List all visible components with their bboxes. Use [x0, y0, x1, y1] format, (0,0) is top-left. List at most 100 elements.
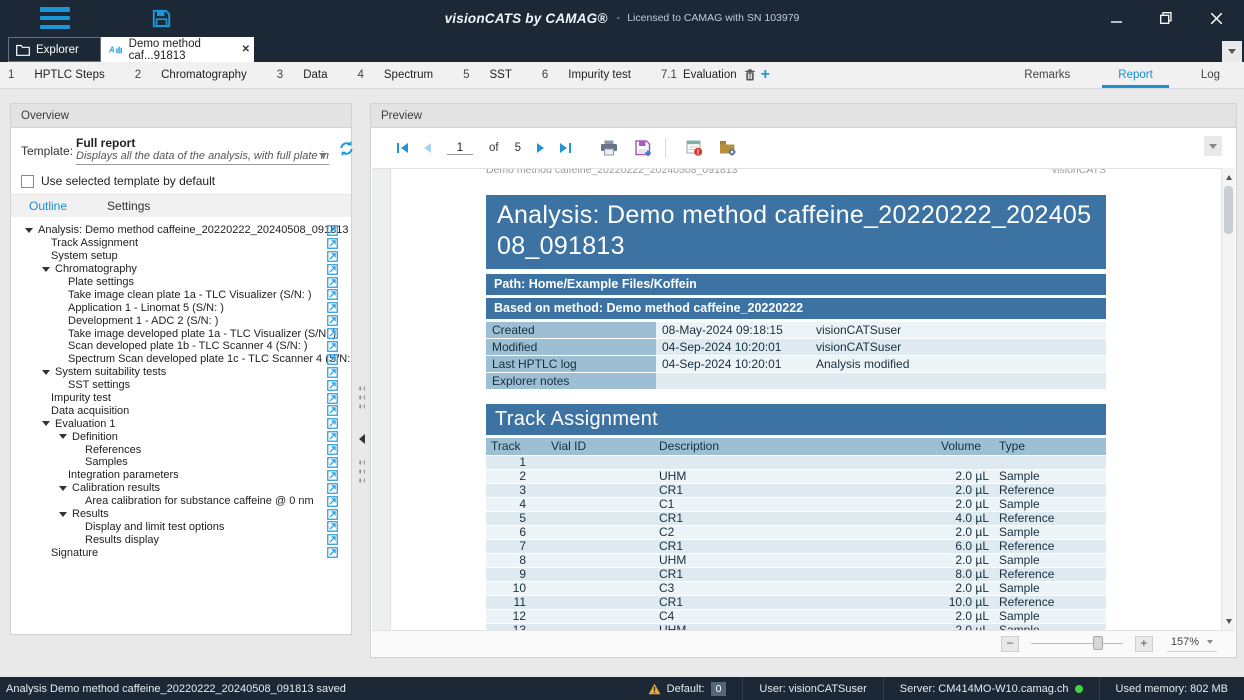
- goto-report-section-icon[interactable]: [327, 496, 338, 507]
- toolbar-overflow-button[interactable]: [1204, 136, 1222, 156]
- goto-report-section-icon[interactable]: [327, 547, 338, 558]
- zoom-in-button[interactable]: +: [1135, 636, 1153, 652]
- goto-report-section-icon[interactable]: [327, 457, 338, 468]
- add-step-button[interactable]: +: [761, 66, 770, 84]
- goto-report-section-icon[interactable]: [327, 521, 338, 532]
- expander-icon[interactable]: [25, 228, 33, 233]
- expander-icon[interactable]: [59, 434, 67, 439]
- scroll-down-button[interactable]: [1222, 614, 1235, 628]
- zoom-slider-thumb[interactable]: [1093, 636, 1103, 650]
- outline-item[interactable]: Definition: [11, 430, 351, 443]
- report-preview-viewport[interactable]: Demo method caffeine_20220222_20240508_0…: [372, 168, 1235, 630]
- splitter-handle[interactable]: [358, 384, 365, 410]
- outline-item[interactable]: Data acquisition: [11, 404, 351, 417]
- close-tab-icon[interactable]: ✕: [238, 42, 254, 57]
- goto-report-section-icon[interactable]: [327, 225, 338, 236]
- outline-item[interactable]: Signature: [11, 546, 351, 559]
- outline-item[interactable]: Samples: [11, 456, 351, 469]
- outline-item[interactable]: Plate settings: [11, 276, 351, 289]
- outline-item[interactable]: Analysis: Demo method caffeine_20220222_…: [11, 224, 351, 237]
- expander-icon[interactable]: [42, 267, 50, 272]
- goto-report-section-icon[interactable]: [327, 380, 338, 391]
- step-tab-impurity-test[interactable]: 6Impurity test: [542, 69, 631, 81]
- zoom-slider[interactable]: [1031, 643, 1123, 644]
- close-button[interactable]: [1206, 8, 1226, 28]
- outline-item[interactable]: Development 1 - ADC 2 (S/N: ): [11, 314, 351, 327]
- outline-item[interactable]: System suitability tests: [11, 366, 351, 379]
- restore-button[interactable]: [1156, 8, 1176, 28]
- goto-report-section-icon[interactable]: [327, 367, 338, 378]
- main-menu-button[interactable]: [40, 7, 70, 29]
- zoom-level-dropdown[interactable]: 157%: [1167, 636, 1217, 652]
- report-error-button[interactable]: !: [680, 135, 708, 161]
- outline-item[interactable]: Track Assignment: [11, 237, 351, 250]
- goto-report-section-icon[interactable]: [327, 277, 338, 288]
- goto-report-section-icon[interactable]: [327, 289, 338, 300]
- tab-report[interactable]: Report: [1094, 62, 1177, 88]
- outline-item[interactable]: Spectrum Scan developed plate 1c - TLC S…: [11, 353, 351, 366]
- tab-log[interactable]: Log: [1177, 62, 1244, 88]
- goto-report-section-icon[interactable]: [327, 264, 338, 275]
- scroll-up-button[interactable]: [1222, 170, 1235, 184]
- outline-item[interactable]: Chromatography: [11, 263, 351, 276]
- step-tab-chromatography[interactable]: 2Chromatography: [135, 69, 247, 81]
- export-save-button[interactable]: [629, 135, 657, 161]
- delete-step-button[interactable]: [745, 69, 755, 81]
- expander-icon[interactable]: [59, 486, 67, 491]
- goto-report-section-icon[interactable]: [327, 444, 338, 455]
- outline-item[interactable]: References: [11, 443, 351, 456]
- goto-report-section-icon[interactable]: [327, 534, 338, 545]
- goto-report-section-icon[interactable]: [327, 328, 338, 339]
- tab-remarks[interactable]: Remarks: [1000, 62, 1094, 88]
- outline-item[interactable]: Calibration results: [11, 482, 351, 495]
- zoom-out-button[interactable]: −: [1001, 636, 1019, 652]
- print-button[interactable]: [595, 135, 623, 161]
- tab-settings[interactable]: Settings: [107, 199, 150, 213]
- goto-report-section-icon[interactable]: [327, 238, 338, 249]
- page-number-input[interactable]: [447, 142, 473, 155]
- preview-scrollbar[interactable]: [1221, 168, 1235, 630]
- outline-item[interactable]: Take image clean plate 1a - TLC Visualiz…: [11, 288, 351, 301]
- expander-icon[interactable]: [42, 421, 50, 426]
- splitter-handle[interactable]: [358, 458, 365, 484]
- outline-item[interactable]: Results display: [11, 533, 351, 546]
- outline-item[interactable]: Integration parameters: [11, 469, 351, 482]
- template-dropdown[interactable]: Full report Displays all the data of the…: [76, 136, 329, 165]
- outline-item[interactable]: Area calibration for substance caffeine …: [11, 495, 351, 508]
- goto-report-section-icon[interactable]: [327, 251, 338, 262]
- outline-item[interactable]: Application 1 - Linomat 5 (S/N: ): [11, 301, 351, 314]
- outline-item[interactable]: Take image developed plate 1a - TLC Visu…: [11, 327, 351, 340]
- step-tab-hptlc-steps[interactable]: 1HPTLC Steps: [8, 69, 105, 81]
- collapse-panel-arrow[interactable]: [359, 434, 365, 444]
- goto-report-section-icon[interactable]: [327, 431, 338, 442]
- save-button[interactable]: [152, 9, 171, 28]
- first-page-button[interactable]: [391, 136, 415, 160]
- outline-item[interactable]: Results: [11, 508, 351, 521]
- outline-item[interactable]: System setup: [11, 250, 351, 263]
- tab-explorer[interactable]: Explorer: [8, 37, 101, 62]
- expander-icon[interactable]: [59, 512, 67, 517]
- goto-report-section-icon[interactable]: [327, 354, 338, 365]
- goto-report-section-icon[interactable]: [327, 341, 338, 352]
- step-tab-spectrum[interactable]: 4Spectrum: [357, 69, 433, 81]
- goto-report-section-icon[interactable]: [327, 418, 338, 429]
- goto-report-section-icon[interactable]: [327, 509, 338, 520]
- step-tab-data[interactable]: 3Data: [277, 69, 328, 81]
- outline-item[interactable]: Display and limit test options: [11, 520, 351, 533]
- outline-item[interactable]: Impurity test: [11, 392, 351, 405]
- minimize-button[interactable]: [1106, 8, 1126, 28]
- outline-item[interactable]: SST settings: [11, 379, 351, 392]
- open-export-folder-button[interactable]: [714, 135, 742, 161]
- goto-report-section-icon[interactable]: [327, 405, 338, 416]
- status-default[interactable]: Default: 0: [632, 677, 743, 700]
- scrollbar-thumb[interactable]: [1224, 186, 1233, 234]
- expander-icon[interactable]: [42, 370, 50, 375]
- tab-outline[interactable]: Outline: [29, 199, 67, 213]
- refresh-template-button[interactable]: [338, 140, 355, 162]
- goto-report-section-icon[interactable]: [327, 393, 338, 404]
- tab-overflow-button[interactable]: [1222, 41, 1242, 62]
- step-tab-sst[interactable]: 5SST: [463, 69, 512, 81]
- goto-report-section-icon[interactable]: [327, 470, 338, 481]
- goto-report-section-icon[interactable]: [327, 483, 338, 494]
- next-page-button[interactable]: [529, 136, 553, 160]
